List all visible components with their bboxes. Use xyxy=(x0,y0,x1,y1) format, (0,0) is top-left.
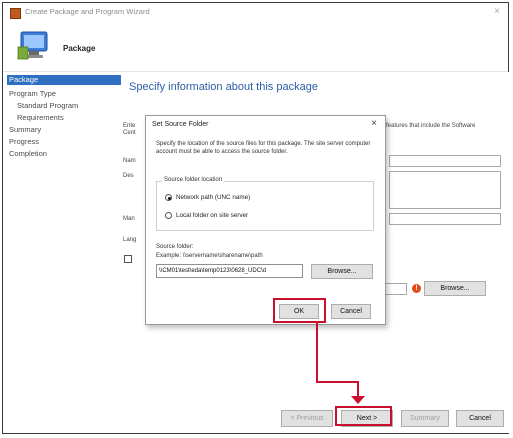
group-label: Source folder location xyxy=(162,177,225,183)
package-source-checkbox[interactable] xyxy=(124,255,132,263)
step-progress[interactable]: Progress xyxy=(9,137,39,146)
next-highlight-box xyxy=(335,406,392,426)
summary-button[interactable]: Summary xyxy=(401,410,449,427)
app-icon xyxy=(10,8,21,19)
wizard-header: Package xyxy=(3,23,508,72)
dialog-browse-button[interactable]: Browse... xyxy=(311,264,373,279)
manufacturer-label: Man xyxy=(123,216,135,222)
radio-local-folder[interactable]: Local folder on site server xyxy=(165,212,248,219)
name-input[interactable] xyxy=(389,155,501,167)
source-folder-input[interactable]: \\CM01\test\eda\temp0123\0628_UDC\d xyxy=(156,264,303,278)
radio-selected-icon[interactable] xyxy=(165,194,172,201)
step-summary[interactable]: Summary xyxy=(9,125,41,134)
step-standard-program[interactable]: Standard Program xyxy=(17,101,78,110)
window-close-icon[interactable]: × xyxy=(494,6,500,17)
annotation-arrowhead-icon xyxy=(351,396,365,404)
source-folder-label: Source folder: xyxy=(156,244,194,250)
dialog-title: Set Source Folder xyxy=(152,121,209,128)
source-location-group: Source folder location Network path (UNC… xyxy=(156,177,374,231)
intro-text-left: Ente xyxy=(123,123,136,129)
step-program-type[interactable]: Program Type xyxy=(9,89,56,98)
description-textarea[interactable] xyxy=(389,171,501,209)
dialog-close-icon[interactable]: × xyxy=(371,118,377,129)
radio-network-label: Network path (UNC name) xyxy=(176,194,251,202)
intro-text-left-2: Cent xyxy=(123,130,136,136)
step-requirements[interactable]: Requirements xyxy=(17,113,64,122)
description-label: Des xyxy=(123,173,134,179)
footer-cancel-button[interactable]: Cancel xyxy=(456,410,504,427)
main-browse-button[interactable]: Browse... xyxy=(424,281,486,296)
set-source-folder-dialog: Set Source Folder × Specify the location… xyxy=(145,115,386,325)
source-folder-example: Example: \\servername\sharename\path xyxy=(156,253,263,259)
name-label: Nam xyxy=(123,158,136,164)
step-package[interactable]: Package xyxy=(7,75,121,85)
warning-icon: ! xyxy=(412,284,421,293)
dialog-description: Specify the location of the source files… xyxy=(156,141,371,155)
step-completion[interactable]: Completion xyxy=(9,149,47,158)
language-label: Lang xyxy=(123,237,137,243)
annotation-arrow-down xyxy=(316,323,318,382)
intro-text-right: features that include the Software xyxy=(386,123,476,129)
title-bar: Create Package and Program Wizard × xyxy=(3,3,508,23)
radio-local-label: Local folder on site server xyxy=(176,212,249,220)
computer-package-icon xyxy=(17,29,51,68)
previous-button[interactable]: < Previous xyxy=(281,410,333,427)
ok-highlight-box xyxy=(273,298,326,323)
window-title: Create Package and Program Wizard xyxy=(25,7,150,16)
dialog-cancel-button[interactable]: Cancel xyxy=(331,304,371,319)
radio-unselected-icon[interactable] xyxy=(165,212,172,219)
radio-network-path[interactable]: Network path (UNC name) xyxy=(165,194,250,201)
annotation-arrow-across xyxy=(316,381,359,383)
manufacturer-input[interactable] xyxy=(389,213,501,225)
page-heading: Specify information about this package xyxy=(129,81,318,93)
header-title: Package xyxy=(63,44,96,53)
wizard-steps-sidebar: Package Program Type Standard Program Re… xyxy=(3,72,123,433)
